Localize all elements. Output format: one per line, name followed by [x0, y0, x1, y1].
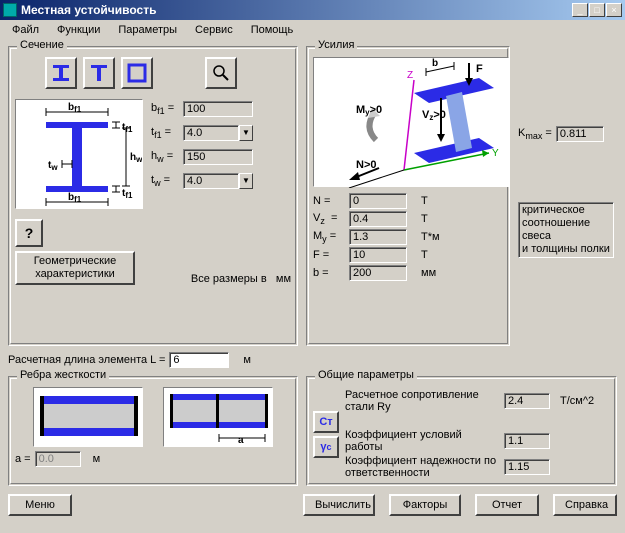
menu-help[interactable]: Помощь — [243, 22, 302, 38]
svg-text:a: a — [238, 435, 244, 446]
tf1-label: tf1 = — [151, 126, 179, 140]
N-input[interactable]: 0 — [349, 193, 407, 209]
svg-text:N>0: N>0 — [356, 159, 377, 171]
hw-input[interactable]: 150 — [183, 149, 253, 165]
chevron-down-icon[interactable]: ▼ — [239, 125, 253, 141]
F-label: F = — [313, 249, 345, 261]
stiffeners-title: Ребра жесткости — [17, 369, 109, 381]
svg-text:My>0: My>0 — [356, 104, 382, 117]
bf1-label: bf1 = — [151, 102, 179, 116]
menu-file[interactable]: Файл — [4, 22, 47, 38]
menu-button[interactable]: Меню — [8, 494, 72, 516]
svg-text:bf1: bf1 — [68, 102, 82, 114]
mm-label: мм — [276, 273, 291, 285]
kmax-value: 0.811 — [556, 126, 604, 142]
critical-note: критическое соотношение свеса и толщины … — [518, 202, 614, 258]
ry-input[interactable]: 2.4 — [504, 393, 550, 409]
Vz-input[interactable]: 0.4 — [349, 211, 407, 227]
forces-title: Усилия — [315, 39, 357, 51]
N-label: N = — [313, 195, 345, 207]
profile-tee-button[interactable] — [83, 57, 115, 89]
b-label: b = — [313, 267, 345, 279]
My-input[interactable]: 1.3 — [349, 229, 407, 245]
svg-text:tw: tw — [48, 160, 58, 172]
geom-props-button[interactable]: Геометрическиехарактеристики — [15, 251, 135, 285]
minimize-button[interactable]: _ — [572, 3, 588, 17]
forces-group: Усилия Z Y F b Vz>0 — [306, 46, 510, 346]
tw-combo[interactable]: 4.0▼ — [183, 173, 253, 189]
menu-functions[interactable]: Функции — [49, 22, 108, 38]
ry-unit: T/cм^2 — [560, 395, 610, 407]
a-label: a = — [15, 453, 31, 465]
N-unit: T — [421, 195, 428, 207]
svg-text:Y: Y — [492, 148, 499, 159]
bf1-input[interactable]: 100 — [183, 101, 253, 117]
steel-button[interactable]: Ст — [313, 411, 339, 433]
My-label: My = — [313, 230, 345, 244]
svg-text:bf1: bf1 — [68, 192, 82, 204]
b-unit: мм — [421, 267, 436, 279]
forces-diagram: Z Y F b Vz>0 My>0 N>0 — [313, 57, 509, 187]
kmax-label: Kmax = — [518, 127, 552, 141]
profile-ibeam-button[interactable] — [45, 57, 77, 89]
all-sizes-label: Все размеры в — [191, 273, 267, 285]
rel-input[interactable]: 1.15 — [504, 459, 550, 475]
window-title: Местная устойчивость — [21, 3, 572, 17]
calc-button[interactable]: Вычислить — [303, 494, 375, 516]
svg-text:Vz>0: Vz>0 — [422, 109, 446, 122]
common-title: Общие параметры — [315, 369, 417, 381]
common-group: Общие параметры Ст γc Расчетное сопротив… — [306, 376, 617, 486]
app-icon — [3, 3, 17, 17]
ry-label: Расчетное сопротивление стали Ry — [345, 389, 500, 413]
maximize-button[interactable]: □ — [589, 3, 605, 17]
stiff-diagram-1[interactable] — [33, 387, 143, 447]
Vz-label: Vz = — [313, 212, 345, 226]
calc-length-unit: м — [243, 354, 251, 366]
calc-length-input[interactable]: 6 — [169, 352, 229, 368]
profile-box-button[interactable] — [121, 57, 153, 89]
calc-length-label: Расчетная длина элемента L = — [8, 354, 165, 366]
menu-service[interactable]: Сервис — [187, 22, 241, 38]
help-ref-button[interactable]: Справка — [553, 494, 617, 516]
svg-text:tf1: tf1 — [122, 188, 133, 200]
b-input[interactable]: 200 — [349, 265, 407, 281]
rel-label: Коэффициент надежности по ответственност… — [345, 455, 500, 479]
section-title: Сечение — [17, 39, 67, 51]
cond-label: Коэффициент условий работы — [345, 429, 500, 453]
My-unit: T*м — [421, 231, 440, 243]
hw-label: hw = — [151, 150, 179, 164]
svg-text:b: b — [432, 58, 438, 69]
report-button[interactable]: Отчет — [475, 494, 539, 516]
tw-label: tw = — [151, 174, 179, 188]
cond-input[interactable]: 1.1 — [504, 433, 550, 449]
svg-text:hw: hw — [130, 152, 143, 164]
F-input[interactable]: 10 — [349, 247, 407, 263]
zoom-button[interactable] — [205, 57, 237, 89]
factors-button[interactable]: Факторы — [389, 494, 461, 516]
titlebar: Местная устойчивость _ □ × — [0, 0, 625, 20]
a-input: 0.0 — [35, 451, 81, 467]
stiffeners-group: Ребра жесткости a a = 0.0 м — [8, 376, 298, 486]
section-group: Сечение — [8, 46, 298, 346]
tf1-combo[interactable]: 4.0▼ — [183, 125, 253, 141]
svg-text:Z: Z — [407, 70, 413, 81]
help-button[interactable]: ? — [15, 219, 43, 247]
F-unit: T — [421, 249, 428, 261]
Vz-unit: T — [421, 213, 428, 225]
menu-params[interactable]: Параметры — [110, 22, 185, 38]
chevron-down-icon[interactable]: ▼ — [239, 173, 253, 189]
stiff-diagram-2[interactable]: a — [163, 387, 273, 447]
close-button[interactable]: × — [606, 3, 622, 17]
svg-text:F: F — [476, 63, 483, 75]
section-diagram: bf1 tf1 hw tw bf1 tf1 — [15, 99, 143, 209]
menubar: Файл Функции Параметры Сервис Помощь — [0, 20, 625, 40]
gamma-c-button[interactable]: γc — [313, 436, 339, 458]
a-unit: м — [93, 453, 101, 465]
